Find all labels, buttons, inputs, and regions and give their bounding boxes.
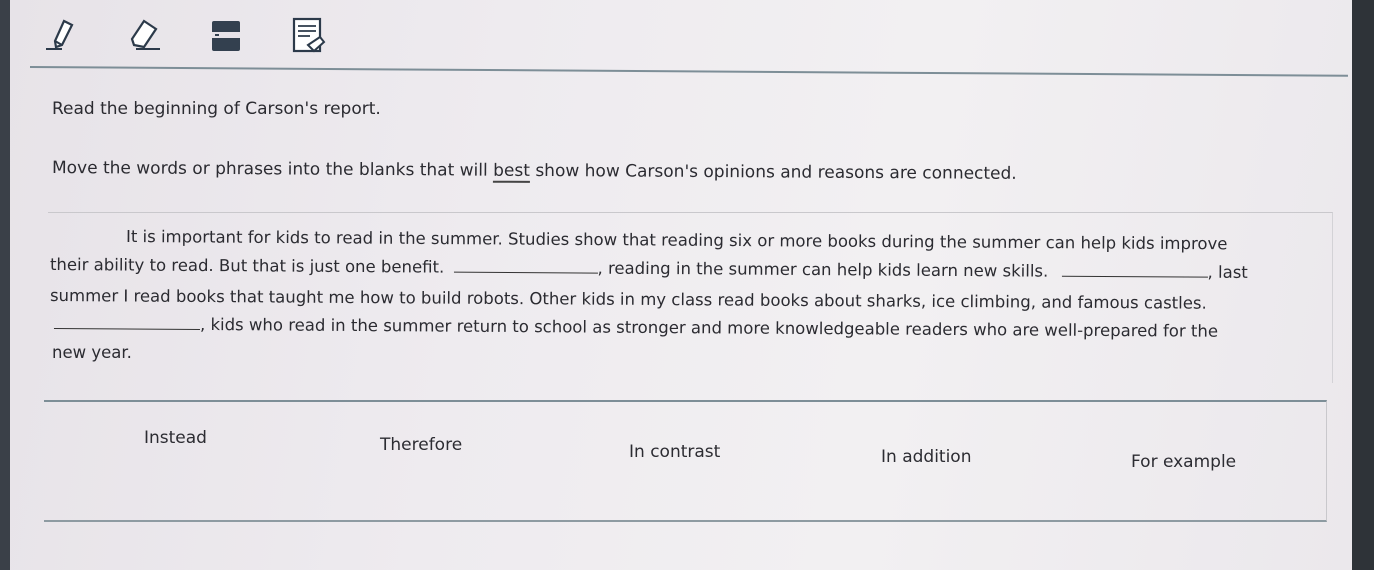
- passage-line-2: their ability to read. But that is just …: [50, 255, 1302, 282]
- toolbar-divider: [29, 66, 1348, 77]
- passage-line-4: , kids who read in the summer return to …: [53, 314, 1219, 341]
- notepad-icon[interactable]: [286, 13, 330, 57]
- word-bank: Instead Therefore In contrast In additio…: [44, 400, 1327, 522]
- toolbar: [40, 10, 330, 60]
- word-tile-instead[interactable]: Instead: [140, 426, 211, 450]
- passage-line-4-text: , kids who read in the summer return to …: [199, 314, 1219, 341]
- instruction-emphasis: best: [493, 160, 531, 183]
- answer-blank-2[interactable]: [1061, 275, 1208, 278]
- instruction-text-after: show how Carson's opinions and reasons a…: [529, 160, 1017, 184]
- instruction-text-before: Move the words or phrases into the blank…: [51, 158, 494, 181]
- passage-line-2-text-c: , last: [1207, 262, 1248, 282]
- word-tile-therefore[interactable]: Therefore: [376, 433, 466, 457]
- question-intro: Read the beginning of Carson's report.: [52, 99, 381, 119]
- passage-box: It is important for kids to read in the …: [48, 212, 1333, 383]
- word-tile-in-addition[interactable]: In addition: [877, 445, 975, 469]
- passage-line-3: summer I read books that taught me how t…: [49, 286, 1207, 313]
- passage-line-1: It is important for kids to read in the …: [125, 227, 1228, 254]
- word-tile-in-contrast[interactable]: In contrast: [625, 440, 724, 464]
- question-instruction: Move the words or phrases into the blank…: [52, 158, 1017, 184]
- line-reader-icon[interactable]: [204, 13, 248, 57]
- passage-line-5: new year.: [52, 343, 132, 362]
- pencil-icon[interactable]: [40, 13, 84, 57]
- passage-line-2-text-b: , reading in the summer can help kids le…: [597, 258, 1049, 281]
- answer-blank-1[interactable]: [453, 271, 598, 274]
- word-tile-for-example[interactable]: For example: [1127, 450, 1240, 474]
- answer-blank-3[interactable]: [53, 327, 200, 330]
- passage-line-2-text-a: their ability to read. But that is just …: [49, 255, 445, 277]
- screen: Read the beginning of Carson's report. M…: [10, 0, 1352, 570]
- eraser-icon[interactable]: [122, 13, 166, 57]
